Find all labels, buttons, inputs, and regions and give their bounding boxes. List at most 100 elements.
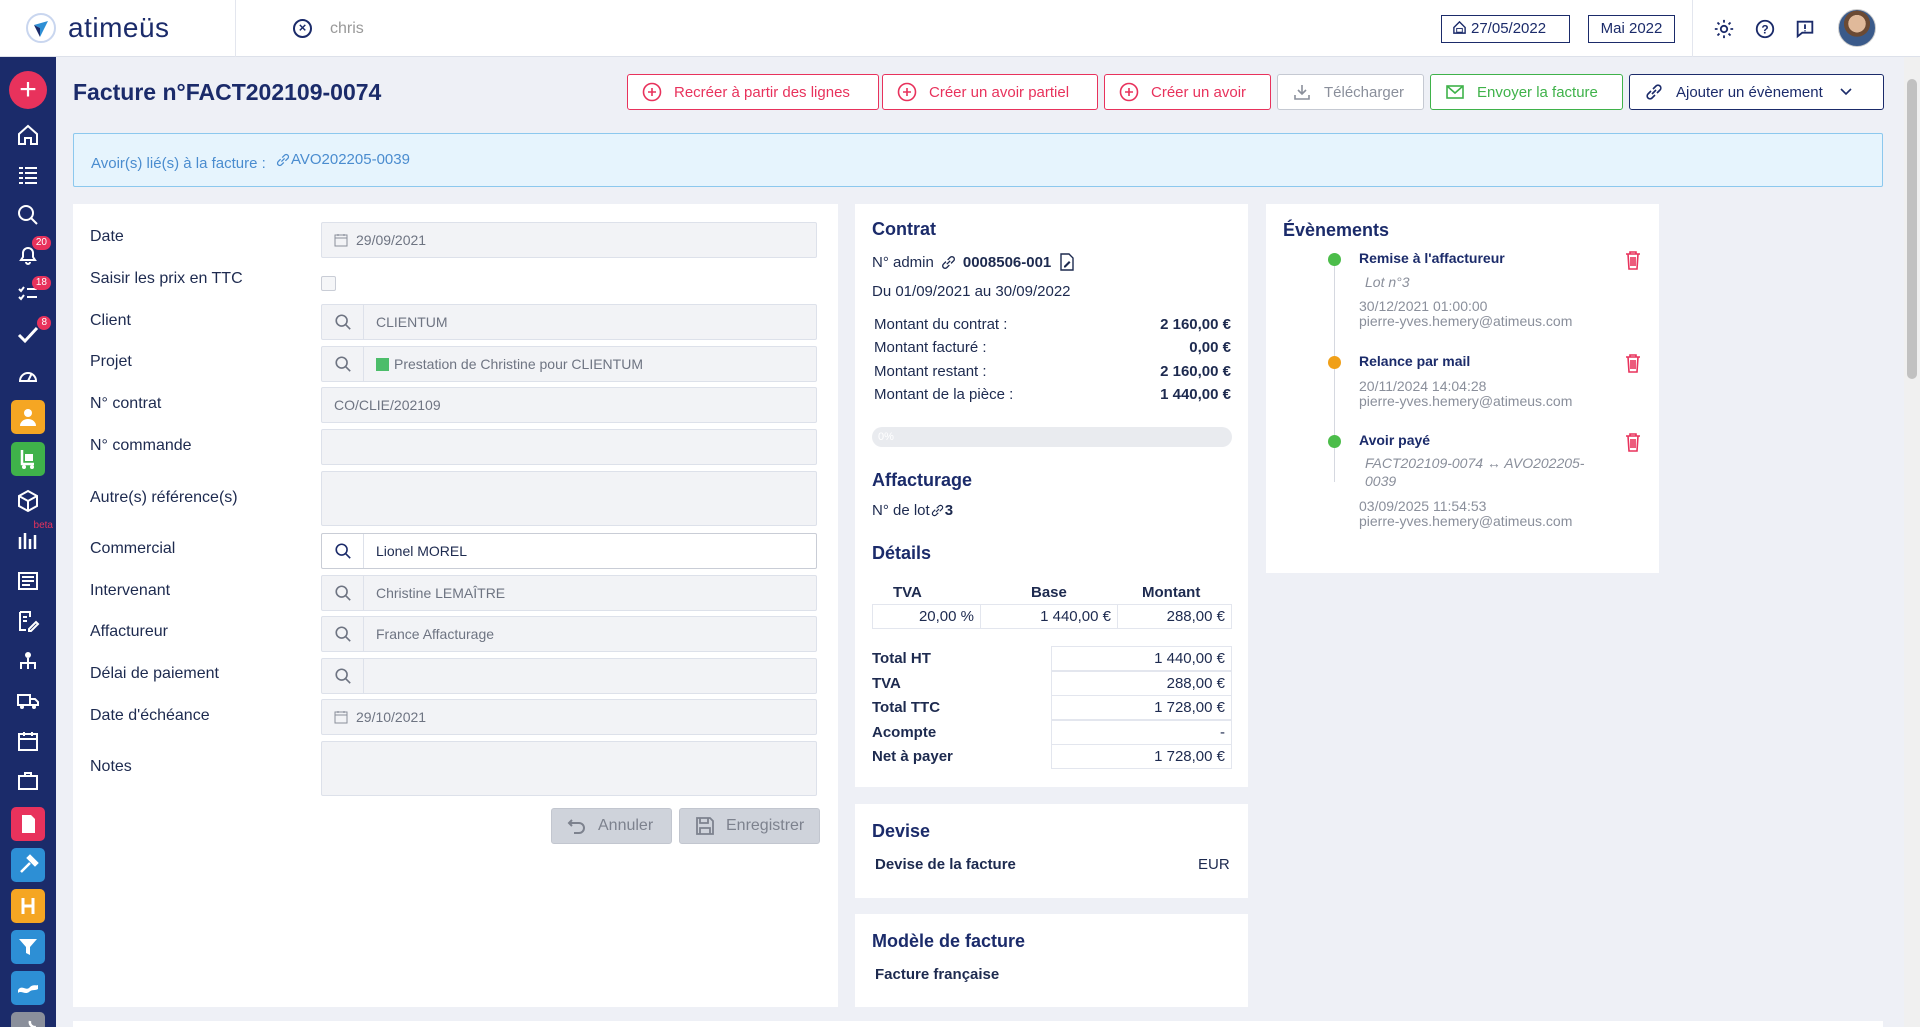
link-icon[interactable] [930, 503, 945, 518]
ttc-checkbox[interactable] [321, 276, 336, 291]
delai-field[interactable] [321, 658, 817, 694]
app-logo[interactable]: atimeüs [0, 0, 236, 57]
modele-title: Modèle de facture [872, 931, 1026, 951]
create-partial-credit-button[interactable]: Créer un avoir partiel [882, 74, 1098, 110]
scrollbar-thumb[interactable] [1907, 79, 1917, 379]
recreate-from-lines-button[interactable]: Recréer à partir des lignes [627, 74, 879, 110]
echeance-label: Date d'échéance [90, 707, 210, 724]
sidebar-item-briefcase[interactable] [11, 764, 45, 798]
sidebar-item-notifications[interactable]: 20 [11, 236, 51, 272]
notes-textarea[interactable] [321, 741, 817, 796]
projet-search-button[interactable] [322, 347, 364, 381]
search-icon [334, 626, 351, 642]
edit-document-icon[interactable] [1059, 253, 1075, 271]
sidebar-item-tasks[interactable]: 18 [11, 276, 51, 312]
amount-row: Montant du contrat : 2 160,00 € [874, 316, 1231, 333]
commande-field[interactable] [321, 429, 817, 465]
devise-label: Devise de la facture [875, 856, 1016, 873]
references-textarea[interactable] [321, 471, 817, 526]
help-icon[interactable]: ? [1754, 18, 1776, 40]
client-value: CLIENTUM [376, 314, 448, 330]
gear-icon[interactable] [1713, 18, 1735, 40]
global-search-input[interactable] [330, 14, 830, 44]
cancel-button[interactable]: Annuler [551, 808, 672, 844]
cancel-label: Annuler [598, 817, 654, 834]
event-subtitle: Lot n°3 [1365, 274, 1410, 290]
link-icon[interactable] [940, 254, 957, 271]
add-button[interactable]: + [9, 71, 47, 109]
sidebar-item-calendar[interactable] [11, 724, 45, 758]
intervenant-label: Intervenant [90, 582, 171, 599]
user-avatar[interactable] [1838, 9, 1876, 47]
page-scrollbar[interactable] [1904, 57, 1920, 1027]
trash-icon[interactable] [1624, 432, 1642, 452]
save-button[interactable]: Enregistrer [679, 808, 820, 844]
undo-icon [567, 819, 585, 834]
total-value: 1 728,00 € [1051, 744, 1232, 769]
feedback-icon[interactable] [1794, 18, 1816, 40]
send-label: Envoyer la facture [1477, 83, 1598, 101]
trash-icon[interactable] [1624, 250, 1642, 270]
sidebar-item-edit[interactable] [11, 604, 45, 638]
lot-row: N° de lot 3 [872, 502, 953, 519]
affactureur-search-button[interactable] [322, 617, 364, 651]
intervenant-field[interactable]: Christine LEMAÎTRE [321, 575, 817, 611]
cart-icon [20, 450, 34, 469]
client-field[interactable]: CLIENTUM [321, 304, 817, 340]
contrat-label: N° contrat [90, 395, 162, 412]
projet-field[interactable]: Prestation de Christine pour CLIENTUM [321, 346, 817, 382]
search-icon [334, 585, 351, 601]
search-icon [334, 314, 351, 330]
date-value: 29/09/2021 [356, 232, 427, 248]
download-button[interactable]: Télécharger [1277, 74, 1424, 110]
sidebar-item-invoices[interactable] [11, 564, 45, 598]
event-user: pierre-yves.hemery@atimeus.com [1359, 393, 1573, 409]
notes-label: Notes [90, 758, 132, 775]
wrench-icon [28, 1020, 36, 1027]
sidebar-item-cart[interactable] [11, 442, 45, 476]
contrat-field[interactable]: CO/CLIE/202109 [321, 387, 817, 423]
intervenant-search-button[interactable] [322, 576, 364, 610]
sidebar-item-delivery[interactable] [11, 684, 45, 718]
add-event-dropdown[interactable]: Ajouter un évènement [1629, 74, 1884, 110]
create-credit-button[interactable]: Créer un avoir [1104, 74, 1271, 110]
linked-credit-link[interactable]: AVO202205-0039 [270, 134, 410, 186]
sidebar-item-validations[interactable]: 8 [11, 316, 51, 352]
amount-value: 2 160,00 € [1160, 363, 1231, 380]
sidebar-item-list[interactable] [11, 158, 45, 192]
modele-value: Facture française [875, 966, 1000, 983]
sidebar-item-products[interactable] [11, 484, 45, 518]
client-search-button[interactable] [322, 305, 364, 339]
clear-search-icon[interactable]: × [293, 19, 312, 38]
sidebar-item-users[interactable] [11, 400, 45, 434]
box-icon [18, 489, 38, 513]
sidebar-item-settings[interactable] [11, 1012, 45, 1027]
sidebar-item-dashboard[interactable] [11, 358, 45, 392]
sidebar-item-search[interactable] [11, 198, 45, 232]
sidebar-item-documents[interactable] [11, 807, 45, 841]
event-title: Relance par mail [1359, 353, 1471, 369]
commercial-field[interactable]: Lionel MOREL [321, 533, 817, 569]
amount-value: 0,00 € [1189, 339, 1231, 356]
send-invoice-button[interactable]: Envoyer la facture [1430, 74, 1623, 110]
sidebar-item-hr[interactable] [11, 889, 45, 923]
total-label: Total HT [872, 650, 931, 667]
sidebar-item-filter[interactable] [11, 930, 45, 964]
sidebar-item-home[interactable] [11, 118, 45, 152]
current-date-chip[interactable]: 27/05/2022 [1441, 15, 1570, 43]
affactureur-field[interactable]: France Affacturage [321, 616, 817, 652]
echeance-field[interactable]: 29/10/2021 [321, 699, 817, 735]
sidebar-item-tools[interactable] [11, 848, 45, 882]
sidebar-item-handshake[interactable] [11, 971, 45, 1005]
sidebar-item-analytics[interactable]: beta [11, 520, 53, 558]
filter-icon [19, 939, 37, 955]
date-field[interactable]: 29/09/2021 [321, 222, 817, 258]
event-subtitle: FACT202109-0074 ↔ AVO202205-0039 [1365, 455, 1585, 489]
commercial-search-button[interactable] [322, 534, 364, 568]
home-icon [18, 124, 38, 145]
sidebar-item-org[interactable] [11, 644, 45, 678]
dashboard-icon [18, 372, 38, 382]
trash-icon[interactable] [1624, 353, 1642, 373]
period-chip[interactable]: Mai 2022 [1588, 15, 1675, 43]
delai-search-button[interactable] [322, 659, 364, 693]
